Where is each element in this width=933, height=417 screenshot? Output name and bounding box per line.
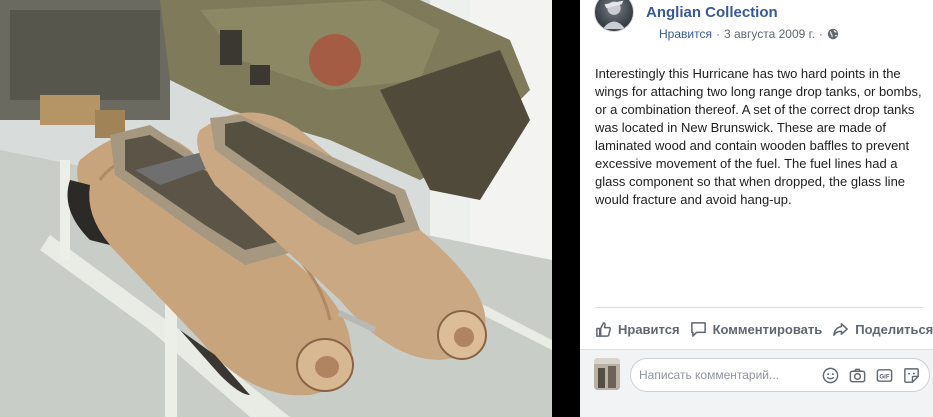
like-button[interactable]: Нравится [595,321,680,338]
comment-button-label: Комментировать [712,321,823,337]
user-photo-icon [594,358,620,390]
post-photo[interactable] [0,0,552,417]
sticker-icon[interactable] [902,366,921,385]
post-date[interactable]: 3 августа 2009 г. [724,27,815,41]
comment-composer: GIF [580,349,933,417]
like-page-link[interactable]: Нравится [659,27,712,41]
share-button-label: Поделиться [855,321,933,337]
meta-separator: · [715,27,720,41]
profile-picture-icon [602,0,626,30]
like-button-label: Нравится [618,321,680,337]
comment-button[interactable]: Комментировать [690,321,823,338]
share-button[interactable]: Поделиться [832,321,933,338]
drop-tanks-photo-illustration [0,0,552,417]
post-actions: Нравится Комментировать Поделиться [595,318,933,340]
camera-icon[interactable] [848,366,867,385]
speech-bubble-icon [690,321,706,337]
comment-input[interactable] [639,359,824,391]
post-side-panel: Anglian Collection Нравится · 3 августа … [580,0,933,417]
post-text: Interestingly this Hurricane has two har… [595,66,922,207]
globe-icon[interactable] [827,28,839,40]
smiley-icon[interactable] [821,366,840,385]
current-user-avatar[interactable] [594,358,620,390]
gif-icon[interactable]: GIF [875,366,894,385]
actions-divider [595,307,923,308]
page-name-link[interactable]: Anglian Collection [646,4,778,21]
thumbs-up-icon [596,321,611,337]
svg-text:GIF: GIF [879,373,889,380]
share-arrow-icon [833,322,849,336]
comment-input-wrapper: GIF [630,358,930,392]
photo-side-gap [552,0,580,417]
post-header: Anglian Collection Нравится · 3 августа … [594,0,933,52]
comment-input-icons: GIF [821,366,921,385]
date-separator: · [818,27,823,41]
post-meta: Нравится · 3 августа 2009 г. · [659,27,839,41]
page-avatar[interactable] [594,0,634,32]
